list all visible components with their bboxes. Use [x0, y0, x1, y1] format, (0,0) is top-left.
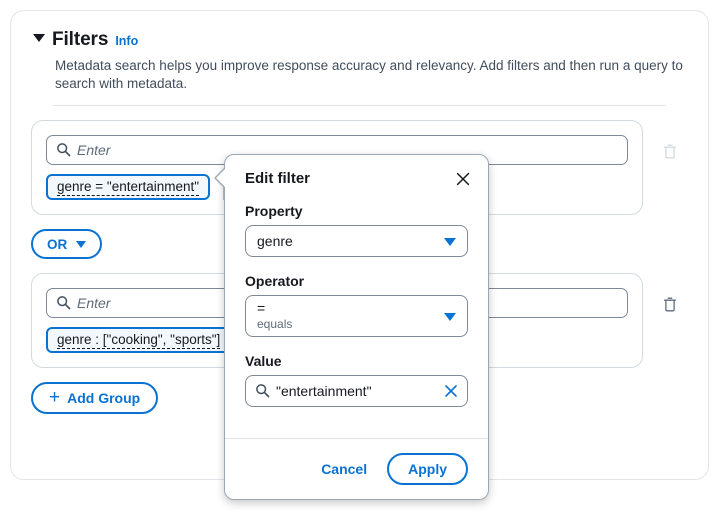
filters-header: Filters Info Metadata search helps you i…: [11, 11, 708, 106]
popover-header: Edit filter: [225, 155, 488, 191]
property-label: Property: [245, 203, 468, 219]
property-select[interactable]: genre: [245, 225, 468, 257]
operator-select[interactable]: = equals: [245, 295, 468, 337]
value-text: "entertainment": [276, 383, 372, 399]
trash-icon: [662, 143, 678, 163]
join-operator-button[interactable]: OR: [31, 229, 102, 259]
filter-token-label: genre = "entertainment": [57, 179, 199, 196]
filters-title-row: Filters Info: [33, 29, 686, 51]
delete-group-button[interactable]: [653, 136, 687, 170]
operator-sublabel: equals: [257, 317, 433, 332]
info-link[interactable]: Info: [115, 34, 138, 48]
property-field-block: Property genre: [245, 203, 468, 257]
chevron-down-icon: [444, 238, 456, 246]
add-group-button[interactable]: + Add Group: [31, 382, 158, 414]
search-icon: [255, 383, 270, 401]
plus-icon: +: [49, 388, 60, 407]
delete-group-button[interactable]: [653, 289, 687, 323]
filters-description: Metadata search helps you improve respon…: [55, 57, 686, 93]
caret-down-icon: [76, 241, 86, 248]
filter-token-label: genre : ["cooking", "sports"]: [57, 332, 220, 349]
trash-icon: [662, 296, 678, 316]
clear-value-icon[interactable]: [443, 383, 459, 402]
caret-down-icon[interactable]: [33, 34, 45, 42]
operator-field-block: Operator = equals: [245, 273, 468, 337]
operator-value: =: [257, 300, 433, 317]
filter-token[interactable]: genre : ["cooking", "sports"]: [46, 327, 231, 353]
value-label: Value: [245, 353, 468, 369]
search-placeholder: Enter: [77, 142, 110, 158]
value-input[interactable]: "entertainment": [245, 375, 468, 407]
close-icon[interactable]: [454, 170, 472, 191]
property-value: genre: [257, 233, 433, 250]
add-group-label: Add Group: [67, 390, 140, 406]
popover-footer: Cancel Apply: [225, 438, 488, 499]
join-operator-label: OR: [47, 237, 67, 252]
page-title: Filters: [52, 29, 108, 51]
popover-body: Property genre Operator = equals Value: [225, 191, 488, 407]
search-placeholder: Enter: [77, 295, 110, 311]
cancel-button[interactable]: Cancel: [317, 455, 371, 483]
search-icon: [56, 295, 71, 313]
value-field-block: Value "entertainment": [245, 353, 468, 407]
filter-token[interactable]: genre = "entertainment": [46, 174, 210, 200]
popover-arrow-inner: [216, 168, 226, 188]
edit-filter-popover: Edit filter Property genre Operator = eq…: [224, 154, 489, 500]
operator-label: Operator: [245, 273, 468, 289]
search-icon: [56, 142, 71, 160]
popover-title: Edit filter: [245, 170, 310, 187]
chevron-down-icon: [444, 313, 456, 321]
apply-button[interactable]: Apply: [387, 453, 468, 485]
